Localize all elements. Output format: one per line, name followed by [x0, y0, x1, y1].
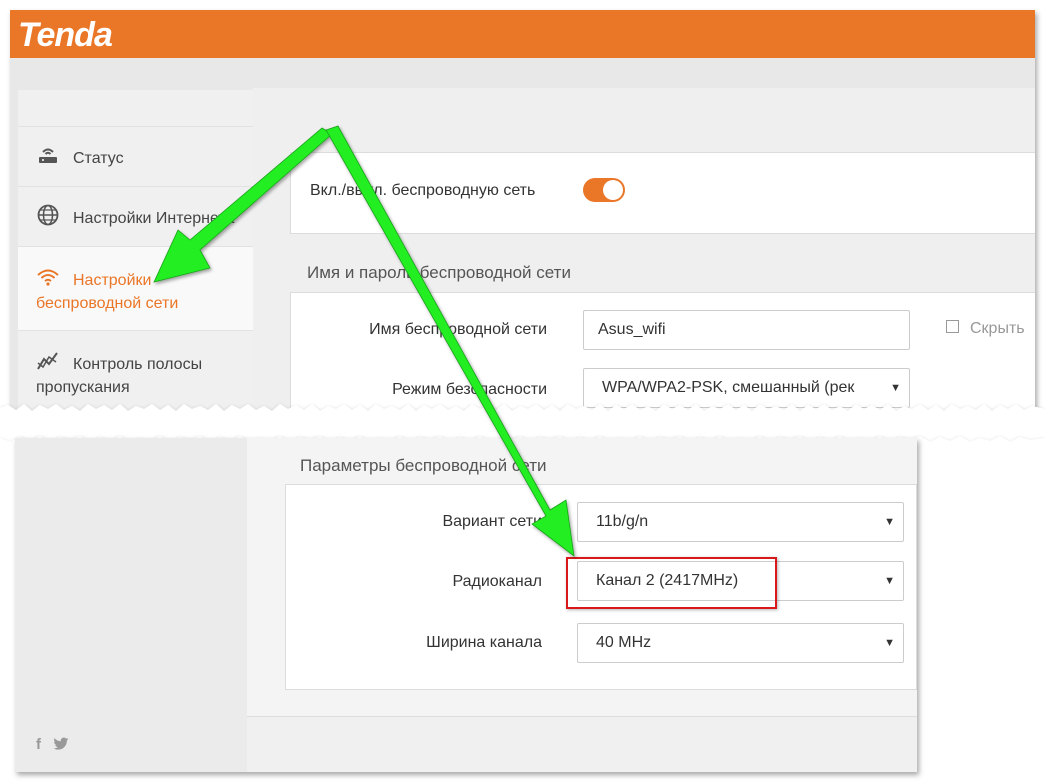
network-mode-select-value: 11b/g/n: [596, 513, 649, 530]
globe-icon: [37, 204, 59, 226]
sidebar-item-label-line1: Контроль полосы: [73, 356, 203, 373]
bandwidth-chart-icon: [37, 352, 58, 370]
radio-channel-label: Радиоканал: [452, 573, 542, 590]
channel-width-select[interactable]: 40 MHz ▼: [577, 623, 904, 663]
header-bar: Tenda: [10, 10, 1035, 58]
sidebar-item-label-line1: Настройки: [73, 272, 152, 289]
toggle-knob: [603, 180, 623, 200]
network-mode-select[interactable]: 11b/g/n ▼: [577, 502, 904, 542]
sidebar: Статус Настройки Интернета Настройки бес…: [18, 90, 254, 430]
social-links: f: [36, 736, 77, 753]
top-screenshot: Tenda Статус Настройки Интернета Настрой…: [10, 10, 1035, 430]
footer: [247, 716, 917, 772]
ssid-section-title: Имя и пароль беспроводной сети: [307, 263, 571, 282]
params-section-title: Параметры беспроводной сети: [300, 456, 547, 475]
sidebar-item-label: Статус: [73, 150, 124, 167]
router-icon: [39, 148, 57, 163]
channel-width-label: Ширина канала: [426, 634, 542, 651]
hide-ssid-checkbox[interactable]: [946, 320, 959, 333]
wireless-toggle-label: Вкл./выкл. беспроводную сеть: [310, 182, 536, 199]
security-select-value: WPA/WPA2-PSK, смешанный (рек: [602, 379, 855, 396]
twitter-icon[interactable]: [49, 736, 69, 753]
tenda-logo: Tenda: [18, 16, 113, 54]
sidebar-item-status[interactable]: Статус: [18, 126, 254, 186]
radio-channel-highlight-box: [566, 557, 777, 609]
chevron-down-icon: ▼: [884, 637, 895, 649]
wifi-icon: [37, 269, 59, 286]
sidebar-item-wireless[interactable]: Настройки беспроводной сети: [18, 246, 254, 330]
channel-width-select-value: 40 MHz: [596, 634, 652, 651]
hide-ssid-label: Скрыть: [970, 320, 1025, 337]
ssid-label: Имя беспроводной сети: [369, 321, 547, 338]
sidebar-item-label: Настройки Интернета: [73, 210, 235, 227]
network-mode-label: Вариант сети: [442, 513, 542, 530]
sidebar-item-internet[interactable]: Настройки Интернета: [18, 186, 254, 246]
sidebar-item-label-line2: беспроводной сети: [36, 295, 179, 312]
sidebar-item-label-line2: пропускания: [36, 379, 130, 396]
sidebar: [15, 438, 247, 772]
ssid-input[interactable]: Asus_wifi: [583, 310, 910, 350]
security-label: Режим безопасности: [392, 381, 547, 398]
facebook-icon[interactable]: f: [36, 736, 41, 753]
torn-edge-divider: [0, 404, 1045, 442]
chevron-down-icon: ▼: [884, 575, 895, 587]
chevron-down-icon: ▼: [884, 516, 895, 528]
wireless-toggle-switch[interactable]: [583, 178, 625, 202]
